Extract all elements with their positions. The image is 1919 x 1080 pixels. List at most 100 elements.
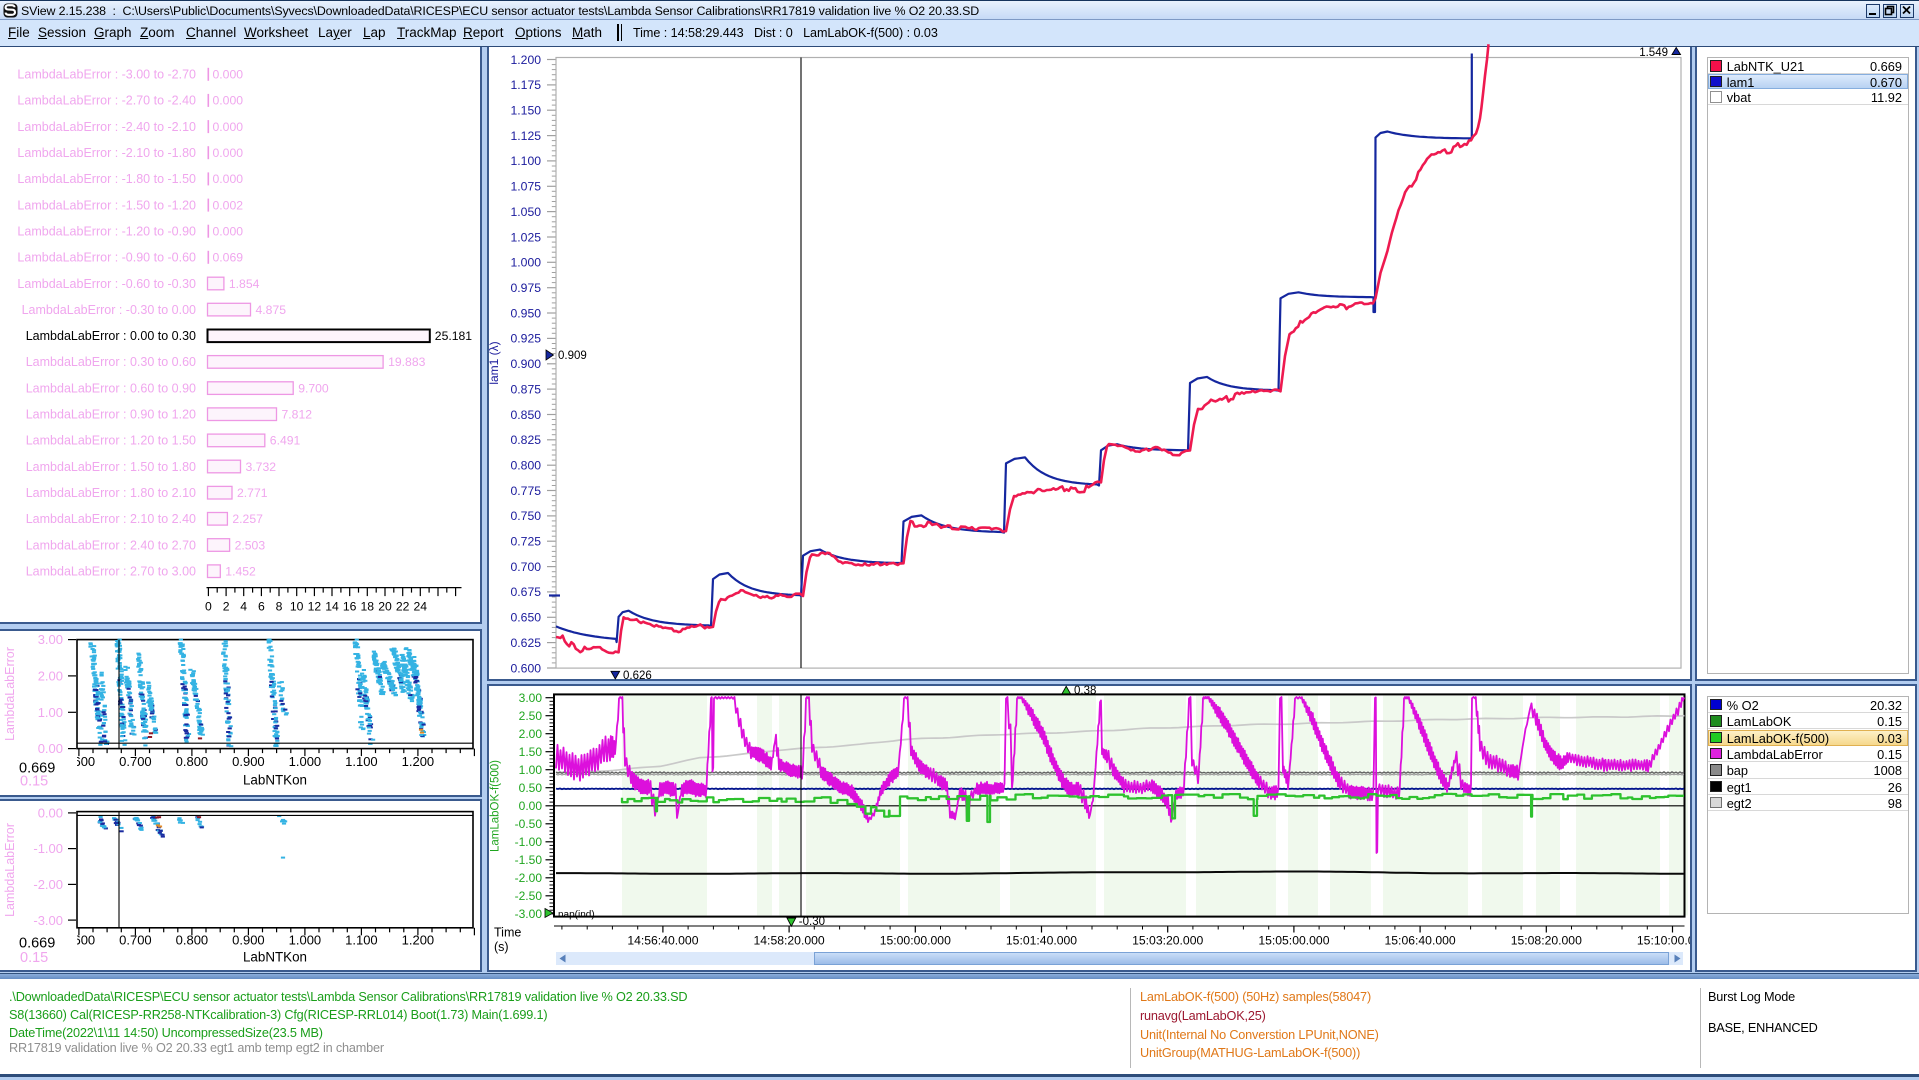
svg-text:1.150: 1.150	[511, 104, 542, 118]
svg-text:0.700: 0.700	[511, 560, 542, 574]
svg-text:15:05:00.000: 15:05:00.000	[1258, 934, 1329, 948]
svg-text:0.900: 0.900	[511, 357, 542, 371]
svg-text:-2.00: -2.00	[33, 877, 63, 892]
svg-text:Time: Time	[494, 926, 521, 940]
svg-text:0.600: 0.600	[511, 661, 542, 675]
svg-text:2.00: 2.00	[519, 727, 543, 741]
svg-text:0.069: 0.069	[213, 251, 244, 265]
svg-text:-3.00: -3.00	[515, 907, 543, 921]
svg-text:3.00: 3.00	[519, 691, 543, 705]
svg-text:7.812: 7.812	[282, 408, 313, 422]
svg-text:20: 20	[378, 599, 392, 613]
svg-text:0.875: 0.875	[511, 382, 542, 396]
svg-text:0.850: 0.850	[511, 408, 542, 422]
svg-text:0.15: 0.15	[20, 950, 48, 966]
svg-text:0.00: 0.00	[519, 799, 543, 813]
svg-text:1.100: 1.100	[511, 154, 542, 168]
svg-text:25.181: 25.181	[435, 329, 472, 343]
svg-text:1.100: 1.100	[345, 933, 378, 948]
svg-text:0.600: 0.600	[63, 933, 96, 948]
svg-text:1.000: 1.000	[289, 933, 322, 948]
svg-text:0.000: 0.000	[213, 225, 244, 239]
svg-text:1.549: 1.549	[1639, 47, 1668, 59]
svg-text:LambdaLabError : 1.80 to 2.10: LambdaLabError : 1.80 to 2.10	[26, 486, 196, 500]
svg-text:3.732: 3.732	[246, 460, 277, 474]
svg-text:LambdaLabError : 2.70 to 3.00: LambdaLabError : 2.70 to 3.00	[26, 564, 196, 578]
svg-text:1.025: 1.025	[511, 230, 542, 244]
svg-text:14: 14	[325, 599, 339, 613]
svg-text:LambdaLabError : -2.10 to -1.8: LambdaLabError : -2.10 to -1.80	[17, 146, 196, 160]
svg-text:6.491: 6.491	[270, 434, 301, 448]
svg-text:0.626: 0.626	[623, 670, 652, 682]
svg-text:LabNTKon: LabNTKon	[243, 949, 307, 964]
svg-text:0.000: 0.000	[213, 120, 244, 134]
svg-text:1.452: 1.452	[225, 564, 256, 578]
svg-text:16: 16	[343, 599, 357, 613]
svg-text:1.000: 1.000	[289, 754, 322, 769]
svg-text:14:58:20.000: 14:58:20.000	[754, 934, 825, 948]
svg-text:-0.50: -0.50	[515, 817, 543, 831]
svg-text:LamLabOK-f(500): LamLabOK-f(500)	[490, 760, 502, 852]
svg-text:22: 22	[396, 599, 410, 613]
svg-text:-2.50: -2.50	[515, 889, 543, 903]
svg-text:0.50: 0.50	[519, 781, 543, 795]
svg-text:15:01:40.000: 15:01:40.000	[1006, 934, 1077, 948]
svg-text:0: 0	[205, 599, 212, 613]
svg-text:LambdaLabError : -0.60 to -0.3: LambdaLabError : -0.60 to -0.30	[17, 277, 196, 291]
svg-text:15:08:20.000: 15:08:20.000	[1511, 934, 1582, 948]
svg-text:1.200: 1.200	[402, 754, 435, 769]
svg-text:10: 10	[290, 599, 304, 613]
svg-text:24: 24	[414, 599, 428, 613]
svg-text:1.000: 1.000	[511, 256, 542, 270]
svg-text:0.15: 0.15	[20, 774, 48, 790]
svg-text:14:56:40.000: 14:56:40.000	[627, 934, 698, 948]
svg-text:LambdaLabError : 1.50 to 1.80: LambdaLabError : 1.50 to 1.80	[26, 460, 196, 474]
svg-text:0.675: 0.675	[511, 585, 542, 599]
svg-text:LambdaLabError : 2.10 to 2.40: LambdaLabError : 2.10 to 2.40	[26, 512, 196, 526]
svg-text:LambdaLabError : 0.90 to 1.20: LambdaLabError : 0.90 to 1.20	[26, 408, 196, 422]
svg-text:4: 4	[240, 599, 247, 613]
svg-text:0.700: 0.700	[119, 933, 152, 948]
svg-text:0.00: 0.00	[38, 741, 63, 756]
svg-text:0.625: 0.625	[511, 636, 542, 650]
svg-text:15:10:00.000: 15:10:00.000	[1637, 934, 1708, 948]
svg-text:1.050: 1.050	[511, 205, 542, 219]
svg-text:15:06:40.000: 15:06:40.000	[1385, 934, 1456, 948]
svg-text:1.50: 1.50	[519, 745, 543, 759]
svg-text:0.900: 0.900	[232, 933, 265, 948]
svg-text:LambdaLabError : -1.80 to -1.5: LambdaLabError : -1.80 to -1.50	[17, 172, 196, 186]
svg-text:0.650: 0.650	[511, 611, 542, 625]
svg-text:15:03:20.000: 15:03:20.000	[1132, 934, 1203, 948]
svg-text:LambdaLabError : 0.30 to 0.60: LambdaLabError : 0.30 to 0.60	[26, 355, 196, 369]
svg-text:19.883: 19.883	[388, 355, 425, 369]
svg-text:0.00: 0.00	[38, 806, 63, 821]
svg-text:-2.00: -2.00	[515, 871, 543, 885]
svg-text:0.975: 0.975	[511, 281, 542, 295]
svg-text:(s): (s)	[494, 940, 509, 954]
svg-text:1.200: 1.200	[402, 933, 435, 948]
svg-text:1.200: 1.200	[511, 53, 542, 67]
svg-text:0.909: 0.909	[558, 350, 587, 362]
svg-text:LambdaLabError : 0.60 to 0.90: LambdaLabError : 0.60 to 0.90	[26, 381, 196, 395]
svg-text:0.000: 0.000	[213, 146, 244, 160]
svg-text:0.38: 0.38	[1074, 685, 1096, 697]
svg-text:LambdaLabError : -2.70 to -2.4: LambdaLabError : -2.70 to -2.40	[17, 94, 196, 108]
svg-text:-1.00: -1.00	[515, 835, 543, 849]
svg-text:1.125: 1.125	[511, 129, 542, 143]
svg-text:0.775: 0.775	[511, 484, 542, 498]
svg-text:-3.00: -3.00	[33, 913, 63, 928]
svg-text:LambdaLabError : -2.40 to -2.1: LambdaLabError : -2.40 to -2.10	[17, 120, 196, 134]
svg-text:1.100: 1.100	[345, 754, 378, 769]
svg-text:0.950: 0.950	[511, 306, 542, 320]
svg-text:LambdaLabError : -3.00 to -2.7: LambdaLabError : -3.00 to -2.70	[17, 68, 196, 82]
svg-text:0.000: 0.000	[213, 94, 244, 108]
svg-text:9.700: 9.700	[298, 381, 329, 395]
svg-text:0.002: 0.002	[213, 198, 244, 212]
svg-text:6: 6	[258, 599, 265, 613]
svg-text:lam1 (λ): lam1 (λ)	[487, 341, 501, 384]
svg-text:0.825: 0.825	[511, 433, 542, 447]
svg-text:0.800: 0.800	[511, 459, 542, 473]
svg-text:0.700: 0.700	[119, 754, 152, 769]
svg-text:0.725: 0.725	[511, 535, 542, 549]
svg-text:-1.00: -1.00	[33, 841, 63, 856]
